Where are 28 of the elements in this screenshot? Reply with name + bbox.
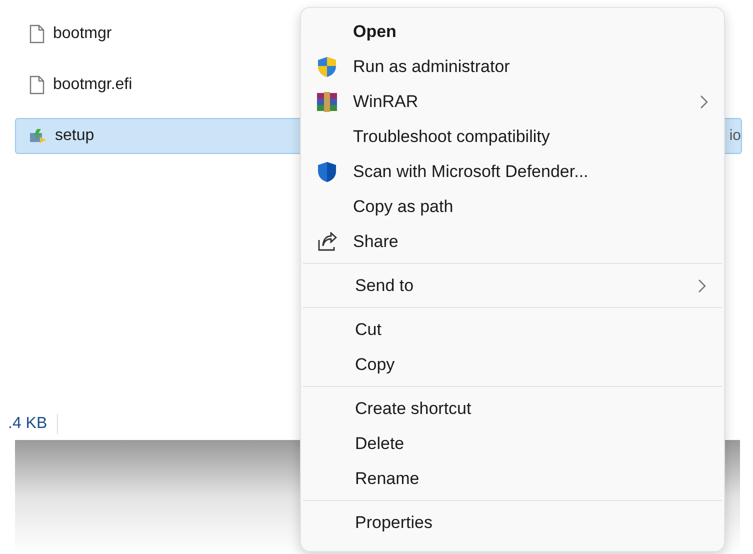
file-name: bootmgr xyxy=(53,24,112,44)
menu-item[interactable]: Create shortcut xyxy=(303,391,722,426)
file-name: bootmgr.efi xyxy=(53,75,132,95)
file-type: io xyxy=(729,126,741,146)
menu-item[interactable]: Copy as path xyxy=(301,189,724,224)
menu-item[interactable]: Rename xyxy=(303,461,722,496)
menu-item[interactable]: Send to xyxy=(303,268,722,303)
shield-icon xyxy=(317,56,337,78)
document-icon xyxy=(29,24,45,44)
installer-icon xyxy=(29,128,47,144)
shield-icon xyxy=(317,160,337,182)
file-name: setup xyxy=(55,126,94,146)
status-size: .4 KB xyxy=(8,414,48,434)
share-icon xyxy=(317,232,337,252)
chevron-icon xyxy=(698,278,706,292)
menu-item[interactable]: Open xyxy=(301,14,724,49)
archive-icon xyxy=(316,92,338,112)
menu-item[interactable]: Delete xyxy=(303,426,722,461)
menu-item[interactable]: Properties xyxy=(303,505,722,540)
document-icon xyxy=(29,75,45,95)
menu-item[interactable]: Cut xyxy=(303,312,722,347)
menu-item[interactable]: Scan with Microsoft Defender... xyxy=(301,154,724,189)
menu-item[interactable]: Share xyxy=(301,224,724,259)
chevron-icon xyxy=(700,94,708,108)
menu-item[interactable]: Troubleshoot compatibility xyxy=(301,119,724,154)
menu-item[interactable]: WinRAR xyxy=(301,84,724,119)
menu-item[interactable]: Copy xyxy=(303,347,722,382)
menu-item[interactable]: Run as administrator xyxy=(301,49,724,84)
